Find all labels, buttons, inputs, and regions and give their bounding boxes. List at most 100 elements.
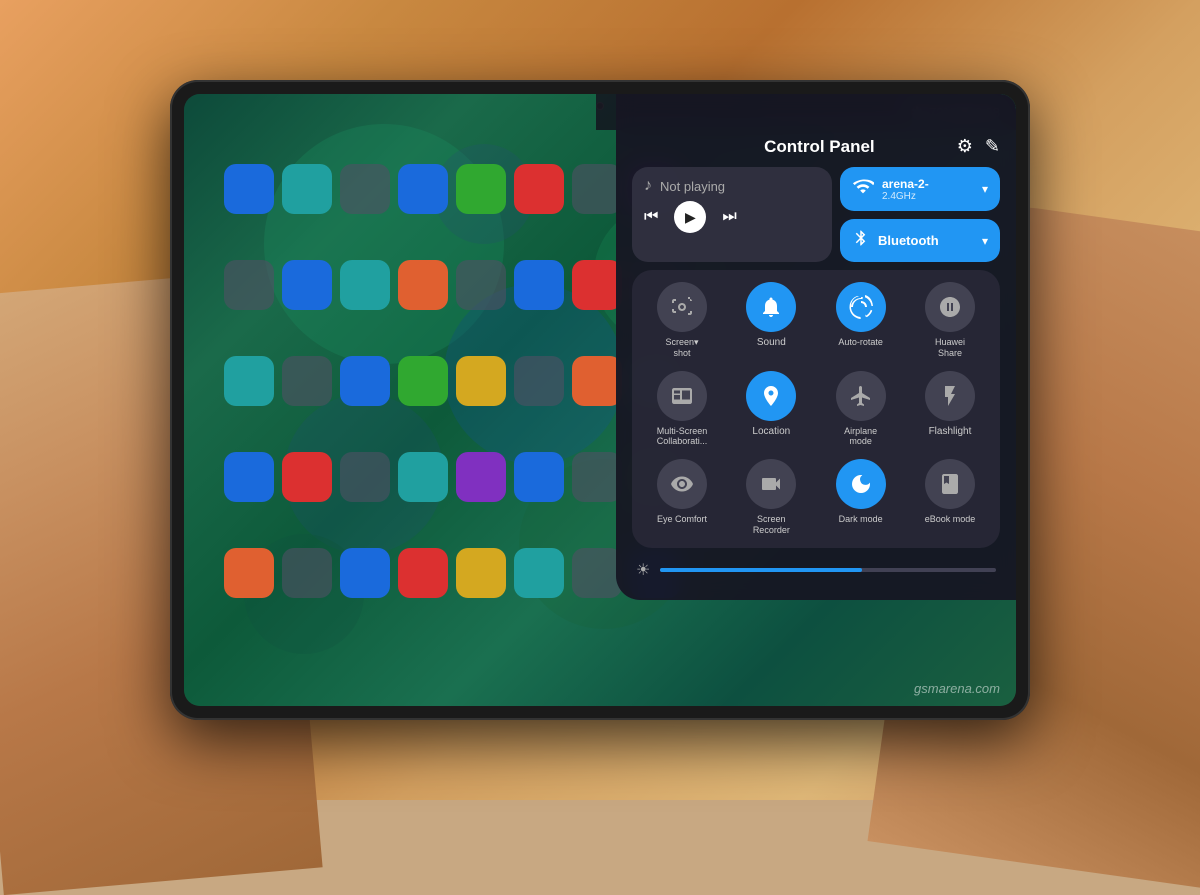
- brightness-fill: [660, 568, 861, 572]
- watermark: gsmarena.com: [914, 681, 1000, 696]
- autorotate-btn: [836, 282, 886, 332]
- media-prev-button[interactable]: ⏮: [644, 208, 658, 226]
- app-icon[interactable]: [514, 260, 564, 310]
- dark-mode-label: Dark mode: [839, 514, 883, 525]
- media-status: Not playing: [660, 179, 725, 194]
- autorotate-label: Auto-rotate: [838, 337, 883, 348]
- app-icon[interactable]: [572, 452, 622, 502]
- app-icon[interactable]: [282, 260, 332, 310]
- app-icon[interactable]: [456, 548, 506, 598]
- brightness-row: ☀: [632, 556, 1000, 584]
- wifi-frequency: 2.4GHz: [882, 191, 974, 202]
- toggle-grid: Screen▾shot Sound: [632, 270, 1000, 548]
- toggle-row-1: Screen▾shot Sound: [644, 282, 988, 359]
- app-icon[interactable]: [340, 260, 390, 310]
- scene: ✱ 72% ▮ 3:38 Control Panel ⚙ ✎: [0, 0, 1200, 800]
- toggle-screenshot[interactable]: Screen▾shot: [644, 282, 720, 359]
- app-icon[interactable]: [282, 548, 332, 598]
- toggle-row-2: Multi-ScreenCollaborati... Location: [644, 371, 988, 448]
- toggle-dark-mode[interactable]: Dark mode: [823, 459, 899, 536]
- toggle-location[interactable]: Location: [733, 371, 809, 448]
- app-grid: [214, 154, 616, 646]
- sound-label: Sound: [757, 337, 786, 349]
- app-icon[interactable]: [572, 548, 622, 598]
- app-icon[interactable]: [398, 356, 448, 406]
- bluetooth-icon: [852, 227, 870, 254]
- ebook-mode-label: eBook mode: [925, 514, 976, 525]
- app-icon[interactable]: [282, 164, 332, 214]
- media-play-button[interactable]: ▶: [674, 201, 706, 233]
- toggle-autorotate[interactable]: Auto-rotate: [823, 282, 899, 359]
- eye-comfort-btn: [657, 459, 707, 509]
- app-icon[interactable]: [572, 356, 622, 406]
- tablet-screen: ✱ 72% ▮ 3:38 Control Panel ⚙ ✎: [184, 94, 1016, 706]
- flashlight-btn: [925, 371, 975, 421]
- app-icon[interactable]: [224, 452, 274, 502]
- multiscreen-label: Multi-ScreenCollaborati...: [657, 426, 708, 448]
- toggle-multiscreen[interactable]: Multi-ScreenCollaborati...: [644, 371, 720, 448]
- app-icon[interactable]: [224, 164, 274, 214]
- app-icon[interactable]: [514, 548, 564, 598]
- ebook-mode-btn: [925, 459, 975, 509]
- eye-comfort-label: Eye Comfort: [657, 514, 707, 525]
- app-icon[interactable]: [224, 548, 274, 598]
- settings-icon[interactable]: ⚙: [957, 136, 973, 157]
- media-card: ♪ Not playing ⏮ ▶ ⏭: [632, 167, 832, 262]
- app-icon[interactable]: [398, 548, 448, 598]
- airplane-btn: [836, 371, 886, 421]
- cp-header-icons: ⚙ ✎: [957, 136, 1000, 157]
- flashlight-label: Flashlight: [929, 426, 972, 438]
- toggle-airplane[interactable]: Airplanemode: [823, 371, 899, 448]
- toggle-screen-recorder[interactable]: ScreenRecorder: [733, 459, 809, 536]
- app-icon[interactable]: [514, 356, 564, 406]
- screen-recorder-label: ScreenRecorder: [753, 514, 790, 536]
- app-icon[interactable]: [572, 260, 622, 310]
- brightness-icon: ☀: [636, 560, 650, 580]
- app-icon[interactable]: [514, 452, 564, 502]
- app-icon[interactable]: [456, 356, 506, 406]
- bluetooth-label: Bluetooth: [878, 233, 974, 248]
- app-icon[interactable]: [340, 452, 390, 502]
- app-icon[interactable]: [340, 164, 390, 214]
- toggle-sound[interactable]: Sound: [733, 282, 809, 359]
- app-icon[interactable]: [224, 356, 274, 406]
- screenshot-label: Screen▾shot: [665, 337, 698, 359]
- wifi-card[interactable]: arena-2- 2.4GHz ▾: [840, 167, 1000, 211]
- app-icon[interactable]: [340, 356, 390, 406]
- app-icon[interactable]: [398, 164, 448, 214]
- screenshot-btn: [657, 282, 707, 332]
- toggle-eye-comfort[interactable]: Eye Comfort: [644, 459, 720, 536]
- sound-btn: [746, 282, 796, 332]
- app-icon[interactable]: [456, 164, 506, 214]
- airplane-label: Airplanemode: [844, 426, 877, 448]
- brightness-track[interactable]: [660, 568, 996, 572]
- cp-row1: ♪ Not playing ⏮ ▶ ⏭: [632, 167, 1000, 262]
- app-icon[interactable]: [398, 452, 448, 502]
- app-icon[interactable]: [514, 164, 564, 214]
- dark-mode-btn: [836, 459, 886, 509]
- wifi-chevron-icon: ▾: [982, 182, 988, 196]
- huawei-share-label: HuaweiShare: [935, 337, 965, 359]
- music-note-icon: ♪: [644, 177, 652, 195]
- bluetooth-card[interactable]: Bluetooth ▾: [840, 219, 1000, 262]
- cp-header: Control Panel ⚙ ✎: [632, 136, 1000, 157]
- control-panel: Control Panel ⚙ ✎ ♪ Not playing: [616, 94, 1016, 600]
- app-icon[interactable]: [456, 260, 506, 310]
- toggle-ebook-mode[interactable]: eBook mode: [912, 459, 988, 536]
- network-stack: arena-2- 2.4GHz ▾ B: [840, 167, 1000, 262]
- app-icon[interactable]: [340, 548, 390, 598]
- toggle-huawei-share[interactable]: HuaweiShare: [912, 282, 988, 359]
- huawei-share-btn: [925, 282, 975, 332]
- app-icon[interactable]: [282, 452, 332, 502]
- app-icon[interactable]: [572, 164, 622, 214]
- app-icon[interactable]: [398, 260, 448, 310]
- location-btn: [746, 371, 796, 421]
- app-icon[interactable]: [224, 260, 274, 310]
- media-next-button[interactable]: ⏭: [722, 208, 736, 226]
- screen-recorder-btn: [746, 459, 796, 509]
- app-icon[interactable]: [456, 452, 506, 502]
- edit-icon[interactable]: ✎: [985, 136, 1000, 157]
- location-label: Location: [752, 426, 790, 438]
- toggle-flashlight[interactable]: Flashlight: [912, 371, 988, 448]
- app-icon[interactable]: [282, 356, 332, 406]
